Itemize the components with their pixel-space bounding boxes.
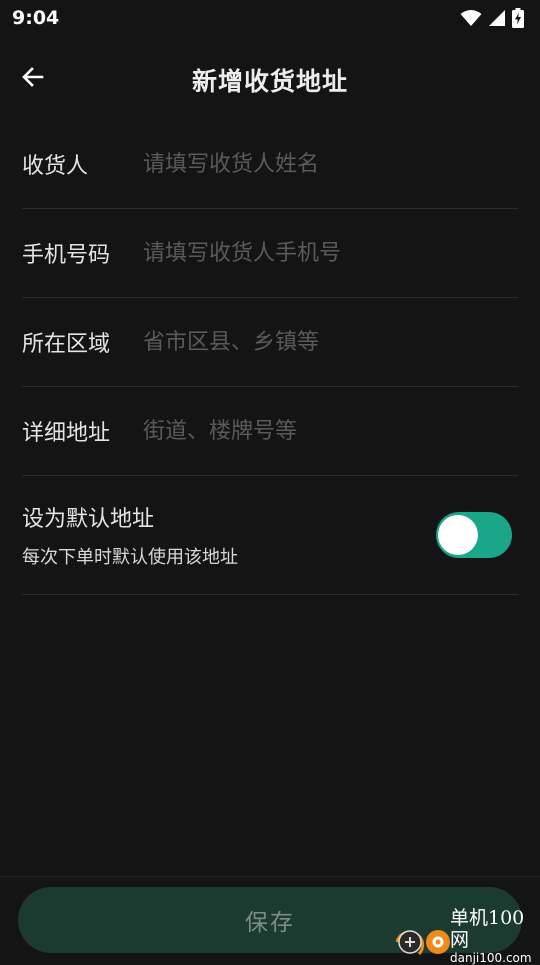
- recipient-input[interactable]: [143, 144, 518, 184]
- page-title: 新增收货地址: [191, 67, 348, 96]
- cellular-signal-icon: [488, 9, 506, 27]
- status-icons: [460, 8, 528, 28]
- watermark-domain: danji100.com: [450, 951, 532, 965]
- wifi-icon: [460, 9, 482, 27]
- address-form: 收货人 手机号码 所在区域 详细地址 设为默认地址 每次下单时默认使用该地址: [22, 120, 518, 595]
- status-time: 9:04: [12, 7, 60, 29]
- default-address-description: 每次下单时默认使用该地址: [22, 547, 238, 568]
- watermark-logo-icon: [388, 912, 452, 960]
- detail-address-input[interactable]: [143, 411, 518, 451]
- form-row-phone: 手机号码: [22, 209, 518, 298]
- recipient-label: 收货人: [22, 154, 89, 179]
- form-row-detail-address: 详细地址: [22, 387, 518, 476]
- app-bar: 新增收货地址: [0, 46, 540, 112]
- battery-charging-icon: [512, 8, 524, 28]
- default-address-toggle[interactable]: [436, 512, 512, 558]
- detail-address-label: 详细地址: [22, 421, 111, 446]
- default-address-text: 设为默认地址 每次下单时默认使用该地址: [22, 501, 238, 569]
- phone-input[interactable]: [143, 233, 518, 273]
- default-address-title: 设为默认地址: [22, 507, 155, 532]
- watermark: 单机100网 danji100.com: [388, 907, 540, 965]
- phone-label: 手机号码: [22, 243, 111, 268]
- watermark-name: 单机100网: [450, 907, 525, 951]
- status-bar: 9:04: [0, 0, 540, 36]
- form-row-recipient: 收货人: [22, 120, 518, 209]
- region-input[interactable]: [143, 322, 518, 362]
- region-label: 所在区域: [22, 332, 111, 357]
- toggle-knob: [438, 515, 478, 555]
- watermark-text: 单机100网 danji100.com: [450, 907, 540, 965]
- form-row-region: 所在区域: [22, 298, 518, 387]
- default-address-row: 设为默认地址 每次下单时默认使用该地址: [22, 476, 518, 595]
